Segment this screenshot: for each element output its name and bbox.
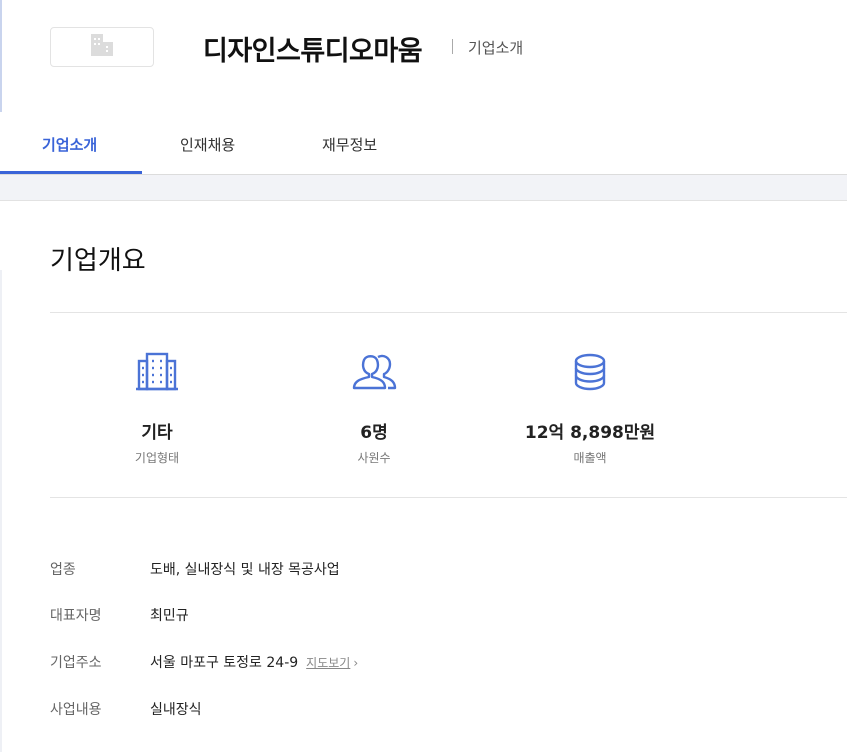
chevron-right-icon[interactable]: › (353, 656, 358, 670)
detail-value: 도배, 실내장식 및 내장 목공사업 (150, 562, 340, 578)
view-map-link[interactable]: 지도보기 (306, 656, 350, 670)
company-type-label: 기업형태 (134, 451, 180, 465)
left-edge-accent (0, 0, 2, 112)
stat-revenue: 12억 8,898만원 매출액 (490, 352, 690, 466)
building-icon (87, 32, 117, 62)
coins-stack-icon (490, 352, 690, 396)
detail-value-wrap: 서울 마포구 토정로 24-9 지도보기 › (150, 652, 358, 672)
company-name: 디자인스튜디오마움 (203, 36, 423, 67)
people-icon (274, 352, 474, 396)
employee-count-value: 6명 (360, 423, 388, 443)
revenue-value: 12억 8,898만원 (524, 423, 656, 443)
divider-bottom (50, 497, 847, 498)
detail-key: 사업내용 (50, 702, 102, 718)
tab-financial-info[interactable]: 재무정보 (322, 134, 377, 155)
detail-key: 기업주소 (50, 655, 102, 671)
detail-key: 대표자명 (50, 608, 102, 624)
building-icon (57, 352, 257, 396)
tab-recruitment[interactable]: 인재채용 (180, 134, 235, 155)
stat-employees: 6명 사원수 (274, 352, 474, 466)
detail-key: 업종 (50, 562, 76, 578)
left-edge-strip (0, 270, 2, 752)
company-logo (50, 27, 154, 67)
employee-count-label: 사원수 (357, 451, 391, 465)
tab-bar: 기업소개 인재채용 재무정보 (0, 112, 847, 174)
company-type-value: 기타 (141, 423, 173, 443)
page-subtitle: 기업소개 (468, 39, 524, 57)
stat-company-type: 기타 기업형태 (57, 352, 257, 466)
detail-value: 실내장식 (150, 702, 202, 718)
section-title: 기업개요 (50, 246, 146, 276)
detail-value: 최민규 (150, 608, 189, 624)
tab-company-intro[interactable]: 기업소개 (42, 134, 97, 155)
section-spacer (0, 175, 847, 201)
address-value: 서울 마포구 토정로 24-9 (150, 655, 299, 671)
revenue-label: 매출액 (573, 451, 607, 465)
divider-top (50, 312, 847, 313)
title-divider (452, 39, 453, 54)
